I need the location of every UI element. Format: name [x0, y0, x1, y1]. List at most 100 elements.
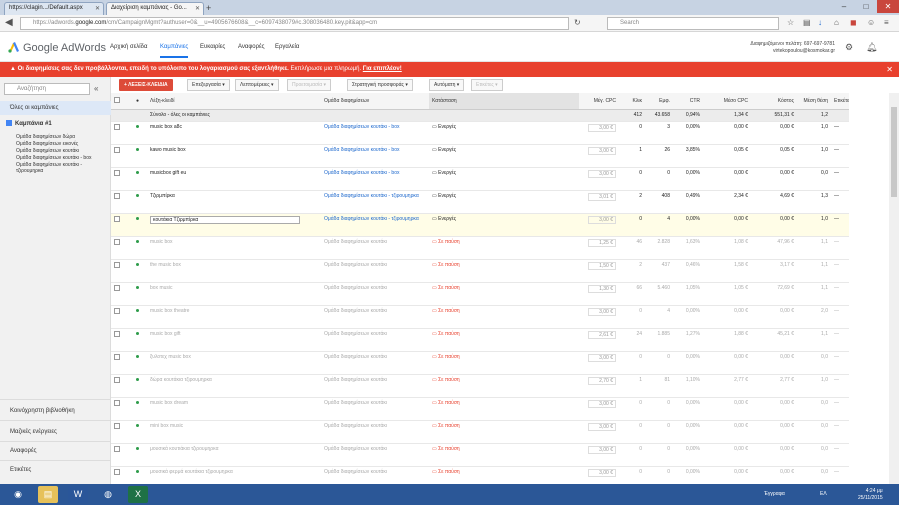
smiley-icon[interactable]: ☺: [867, 17, 875, 29]
table-row[interactable]: music box gift Ομάδα διαφημίσεων κουτάκι ▭…: [111, 328, 849, 352]
table-row[interactable]: music box a8c Ομάδα διαφημίσεων κουτάκι -…: [111, 121, 849, 145]
chrome-icon[interactable]: ◉: [8, 486, 28, 503]
close-icon[interactable]: ✕: [195, 5, 200, 12]
adgroup-link[interactable]: Ομάδα διαφημίσεων κουτάκι: [321, 328, 429, 352]
status-dot-cell[interactable]: [133, 374, 147, 398]
max-cpc-cell[interactable]: 3,00 €: [579, 351, 619, 375]
max-cpc-value[interactable]: 3,00 €: [588, 123, 616, 132]
adgroup-link[interactable]: Ομάδα διαφημίσεων κουτάκι: [321, 374, 429, 398]
sidebar-item-labels[interactable]: Ετικέτες: [10, 467, 31, 473]
row-checkbox[interactable]: [111, 236, 133, 260]
taskbar-documents-label[interactable]: Έγγραφα: [764, 491, 785, 497]
row-checkbox[interactable]: [111, 259, 133, 283]
pocket-icon[interactable]: ◼: [850, 17, 857, 29]
automate-dropdown[interactable]: Αυτόματη ▾: [429, 79, 465, 91]
row-checkbox[interactable]: [111, 121, 133, 145]
row-checkbox[interactable]: [111, 305, 133, 329]
row-checkbox[interactable]: [111, 167, 133, 191]
row-checkbox[interactable]: [111, 397, 133, 421]
row-checkbox[interactable]: [111, 466, 133, 484]
home-icon[interactable]: ⌂: [834, 17, 839, 29]
row-checkbox[interactable]: [111, 190, 133, 214]
table-row[interactable]: μουσικά φερμά κουτάκια τζιρουμηρκα Ομάδα …: [111, 466, 849, 484]
status-dot-cell[interactable]: [133, 443, 147, 467]
status-dot-cell[interactable]: [133, 466, 147, 484]
status-dot-cell[interactable]: [133, 121, 147, 145]
adgroup-link[interactable]: Ομάδα διαφημίσεων κουτάκι - τζιρουμηρκα: [321, 213, 429, 237]
status-dot-cell[interactable]: [133, 397, 147, 421]
column-header-adgroup[interactable]: Ομάδα διαφημίσεων: [321, 93, 429, 110]
status-dot-cell[interactable]: [133, 351, 147, 375]
close-icon[interactable]: ✕: [95, 5, 100, 12]
sidebar-item-adgroup[interactable]: Ομάδα διαφημίσεων δώρα: [16, 134, 108, 140]
table-row[interactable]: ξυλοτεχ music box Ομάδα διαφημίσεων κουτά…: [111, 351, 849, 375]
max-cpc-cell[interactable]: 3,00 €: [579, 305, 619, 329]
max-cpc-cell[interactable]: 1,25 €: [579, 236, 619, 260]
keyword-cell[interactable]: music box theatre: [147, 305, 321, 329]
status-dot-cell[interactable]: [133, 282, 147, 306]
max-cpc-value[interactable]: 1,50 €: [588, 261, 616, 270]
row-checkbox[interactable]: [111, 351, 133, 375]
table-row[interactable]: box music Ομάδα διαφημίσεων κουτάκι ▭ Σε π…: [111, 282, 849, 306]
keyword-cell[interactable]: box music: [147, 282, 321, 306]
minimize-icon[interactable]: –: [833, 0, 855, 13]
sidebar-item-shared-library[interactable]: Κοινόχρηστη βιβλιοθήκη: [10, 408, 75, 414]
max-cpc-cell[interactable]: 1,50 €: [579, 259, 619, 283]
adgroup-link[interactable]: Ομάδα διαφημίσεων κουτάκι: [321, 397, 429, 421]
max-cpc-cell[interactable]: 3,00 €: [579, 167, 619, 191]
keyword-cell[interactable]: the music box: [147, 259, 321, 283]
keyword-cell[interactable]: music box gift: [147, 328, 321, 352]
max-cpc-value[interactable]: 3,00 €: [588, 399, 616, 408]
row-checkbox[interactable]: [111, 213, 133, 237]
status-dot-cell[interactable]: [133, 190, 147, 214]
edit-dropdown[interactable]: Επεξεργασία ▾: [187, 79, 230, 91]
column-header-avg-pos[interactable]: Μέση θέση: [797, 93, 831, 110]
browser-tab-active[interactable]: Διαχείριση καμπάνιας - Go... ✕: [106, 2, 204, 15]
row-checkbox[interactable]: [111, 443, 133, 467]
adgroup-link[interactable]: Ομάδα διαφημίσεων κουτάκι: [321, 305, 429, 329]
status-dot-cell[interactable]: [133, 144, 147, 168]
row-checkbox[interactable]: [111, 282, 133, 306]
max-cpc-value[interactable]: 3,00 €: [588, 445, 616, 454]
keyword-cell[interactable]: music box: [147, 236, 321, 260]
max-cpc-value[interactable]: 3,00 €: [588, 353, 616, 362]
nav-reports[interactable]: Αναφορές: [238, 44, 265, 50]
word-icon[interactable]: W: [68, 486, 88, 503]
keyword-cell[interactable]: μουσικά φερμά κουτάκια τζιρουμηρκα: [147, 466, 321, 484]
table-row[interactable]: musicbox gift eu Ομάδα διαφημίσεων κουτάκ…: [111, 167, 849, 191]
row-checkbox[interactable]: [111, 420, 133, 444]
table-row[interactable]: δώρα κουτάκια τζιρουμηρκα Ομάδα διαφημίσε…: [111, 374, 849, 398]
max-cpc-cell[interactable]: 3,01 €: [579, 190, 619, 214]
column-header-max-cpc[interactable]: Μέγ. CPC: [579, 93, 619, 110]
table-row[interactable]: Τζιρμπίρκα Ομάδα διαφημίσεων κουτάκι - τζ…: [111, 190, 849, 214]
adgroup-link[interactable]: Ομάδα διαφημίσεων κουτάκι: [321, 282, 429, 306]
back-icon[interactable]: ◀: [5, 17, 13, 29]
table-row[interactable]: μουσικά κουτιάκια τζιρουμηρκα Ομάδα διαφη…: [111, 443, 849, 467]
table-row[interactable]: kawo music box Ομάδα διαφημίσεων κουτάκι …: [111, 144, 849, 168]
max-cpc-cell[interactable]: 3,00 €: [579, 121, 619, 145]
row-checkbox[interactable]: [111, 374, 133, 398]
vertical-scrollbar[interactable]: [889, 93, 899, 484]
adwords-logo[interactable]: Google AdWords: [8, 41, 106, 54]
sidebar-item-reports[interactable]: Αναφορές: [10, 448, 37, 454]
table-row[interactable]: the music box Ομάδα διαφημίσεων κουτάκι ▭ …: [111, 259, 849, 283]
max-cpc-cell[interactable]: 2,70 €: [579, 374, 619, 398]
row-checkbox[interactable]: [111, 328, 133, 352]
max-cpc-value[interactable]: 3,00 €: [588, 146, 616, 155]
star-icon[interactable]: ☆: [787, 17, 794, 29]
file-explorer-icon[interactable]: ▤: [38, 486, 58, 503]
nav-home[interactable]: Αρχική σελίδα: [110, 44, 147, 50]
table-row[interactable]: music box theatre Ομάδα διαφημίσεων κουτά…: [111, 305, 849, 329]
sidebar-item-adgroup[interactable]: Ομάδα διαφημίσεων κουτάκι: [16, 148, 108, 154]
column-header-impressions[interactable]: Εμφ.: [645, 93, 673, 110]
keyword-cell[interactable]: δώρα κουτάκια τζιρουμηρκα: [147, 374, 321, 398]
download-icon[interactable]: ↓: [818, 17, 822, 29]
table-row[interactable]: music box Ομάδα διαφημίσεων κουτάκι ▭ Σε π…: [111, 236, 849, 260]
max-cpc-cell[interactable]: 3,00 €: [579, 397, 619, 421]
max-cpc-cell[interactable]: 2,61 €: [579, 328, 619, 352]
adgroup-link[interactable]: Ομάδα διαφημίσεων κουτάκι: [321, 236, 429, 260]
keyword-cell[interactable]: kawo music box: [147, 144, 321, 168]
column-header-clicks[interactable]: Κλικ: [619, 93, 645, 110]
max-cpc-cell[interactable]: 3,00 €: [579, 420, 619, 444]
column-header-status[interactable]: Κατάσταση: [429, 93, 579, 110]
